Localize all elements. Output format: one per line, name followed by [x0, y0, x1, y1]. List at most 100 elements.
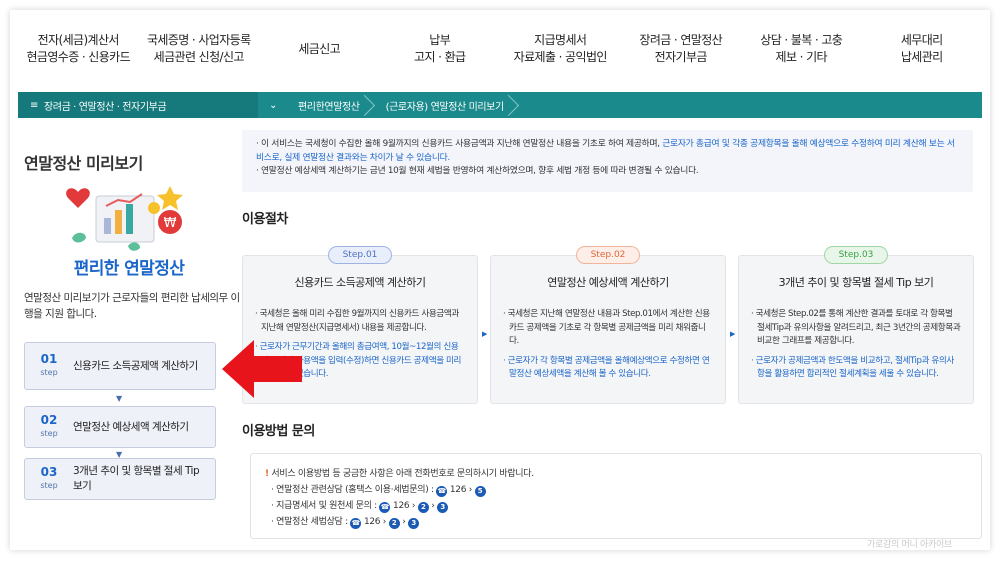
separator: › [402, 517, 406, 527]
nav-payment[interactable]: 납부 고지 · 환급 [380, 32, 501, 66]
card-paragraph-text: 국세청은 올해 미리 수집한 9월까지의 신용카드 사용금액과 지난해 연말정산… [259, 309, 460, 333]
watermark: 가로감의 머니 아카이브 [867, 540, 952, 550]
procedure-card-2: 연말정산 예상세액 계산하기 · 국세청은 지난해 연말정산 내용과 Step.… [490, 255, 726, 404]
menu-icon: ≡ [30, 99, 38, 111]
inquiry-title: 이용방법 문의 [242, 424, 315, 439]
step-label-small: step [40, 368, 58, 377]
step-label: 연말정산 예상세액 계산하기 [73, 420, 189, 433]
card-paragraph: · 국세청은 올해 미리 수집한 9월까지의 신용카드 사용금액과 지난해 연말… [255, 309, 460, 333]
step-label-small: step [40, 481, 58, 490]
breadcrumb-root: 장려금 · 연말정산 · 전자기부금 [43, 101, 167, 113]
step-number-value: 03 [40, 465, 58, 479]
step-01-button[interactable]: 01 step 신용카드 소득공제액 계산하기 [24, 342, 216, 390]
left-description: 연말정산 미리보기가 근로자들의 편리한 납세의무 이행을 지원 합니다. [24, 292, 240, 320]
calculator-illustration-icon: ₩ [66, 186, 183, 251]
step-03-button[interactable]: 03 step 3개년 추이 및 항목별 절세 Tip 보기 [24, 458, 216, 500]
inquiry-label: 연말정산 관련상담 (홈택스 이용·세법문의) : [276, 485, 437, 495]
step-down-arrow-icon: ▼ [116, 394, 123, 403]
breadcrumb-root-menu[interactable]: ≡ 장려금 · 연말정산 · 전자기부금 [18, 92, 258, 118]
card-body: · 국세청은 지난해 연말정산 내용과 Step.01에서 계산한 신용카드 공… [503, 308, 713, 382]
card-paragraph: · 국세청은 지난해 연말정산 내용과 Step.01에서 계산한 신용카드 공… [503, 309, 710, 346]
inquiry-label: 연말정산 세법상담 : [276, 517, 351, 527]
step-number: 01 step [25, 353, 73, 379]
separator: › [411, 501, 416, 511]
nav-label: 세금관련 신청/신고 [153, 50, 245, 64]
inquiry-intro-text: 서비스 이용방법 등 궁금한 사항은 아래 전화번호로 문의하시기 바랍니다. [271, 469, 534, 479]
nav-agent[interactable]: 세무대리납세관리 [862, 32, 983, 66]
nav-label: 장려금 · 연말정산 [639, 33, 723, 47]
nav-tax-filing[interactable]: 세금신고 [259, 41, 380, 58]
phone-icon: ☎ [350, 518, 362, 529]
notice-text: 연말정산 예상세액 계산하기는 금년 10월 현재 세법을 반영하여 계산하였으… [261, 166, 699, 176]
card-title: 연말정산 예상세액 계산하기 [547, 276, 669, 289]
nav-label: 제보 · 기타 [775, 50, 828, 64]
nav-certificate[interactable]: 국세증명 · 사업자등록세금관련 신청/신고 [139, 32, 260, 66]
step-number: 03 step [25, 466, 73, 492]
menu-number-badge: 5 [474, 486, 486, 497]
page-frame: 전자(세금)계산서현금영수증 · 신용카드 국세증명 · 사업자등록세금관련 신… [10, 10, 990, 550]
top-navigation: 전자(세금)계산서현금영수증 · 신용카드 국세증명 · 사업자등록세금관련 신… [10, 10, 990, 88]
step-label: 신용카드 소득공제액 계산하기 [73, 359, 198, 372]
procedure-card-3: 3개년 추이 및 항목별 절세 Tip 보기 · 국세청은 Step.02를 통… [738, 255, 974, 404]
menu-number-badge: 2 [417, 502, 429, 513]
nav-label: 현금영수증 · 신용카드 [26, 50, 131, 64]
step-02-button[interactable]: 02 step 연말정산 예상세액 계산하기 [24, 406, 216, 448]
nav-payment-statement[interactable]: 지급명세서 자료제출 · 공익법인 [500, 32, 621, 66]
breadcrumb-level3[interactable]: (근로자용) 연말정산 미리보기 [376, 92, 520, 118]
nav-label: 자료제출 · 공익법인 [513, 50, 608, 64]
separator: › [431, 501, 435, 511]
step-02-badge: Step.02 [576, 246, 640, 264]
step-03-badge: Step.03 [824, 246, 888, 264]
inquiry-label: 지급명세서 및 원천세 문의 : [276, 501, 380, 511]
nav-year-end[interactable]: 장려금 · 연말정산전자기부금 [621, 32, 742, 66]
step-number-value: 02 [40, 413, 58, 427]
inquiry-intro: ! 서비스 이용방법 등 궁금한 사항은 아래 전화번호로 문의하시기 바랍니다… [265, 466, 967, 482]
inquiry-row: · 연말정산 세법상담 : ☎ 126 › 2 › 3 [265, 514, 967, 530]
breadcrumb: ≡ 장려금 · 연말정산 · 전자기부금 ⌄ 편리한연말정산 (근로자용) 연말… [18, 92, 982, 118]
card-paragraph-highlight: · 근로자가 각 항목별 공제금액을 올해예상액으로 수정하면 연말정산 예상세… [503, 355, 710, 380]
notice-text: 이 서비스는 국세청이 수집한 올해 9월까지의 신용카드 사용금액과 지난해 … [261, 139, 663, 149]
breadcrumb-level2[interactable]: 편리한연말정산 [288, 92, 376, 118]
procedure-title: 이용절차 [242, 212, 288, 227]
phone-number: 126 [449, 485, 467, 495]
phone-number: 126 [363, 517, 381, 527]
phone-icon: ☎ [379, 502, 391, 513]
step-01-badge: Step.01 [328, 246, 392, 264]
nav-label: 납세관리 [900, 50, 943, 64]
step-label: 3개년 추이 및 항목별 절세 Tip 보기 [73, 465, 200, 492]
step-number: 02 step [25, 414, 73, 440]
step-label-small: step [40, 429, 58, 438]
inquiry-row: · 연말정산 관련상담 (홈택스 이용·세법문의) : ☎ 126 › 5 [265, 482, 967, 498]
card-paragraph-text: 국세청은 Step.02를 통해 계산한 결과를 토대로 각 항목별 절세Tip… [755, 309, 961, 346]
card-paragraph-text: 근로자가 공제금액과 한도액을 비교하고, 절세Tip과 유의사항을 활용하면 … [755, 355, 955, 380]
card-paragraph-highlight: · 근로자가 공제금액과 한도액을 비교하고, 절세Tip과 유의사항을 활용하… [751, 355, 955, 380]
card-paragraph-text: 국세청은 지난해 연말정산 내용과 Step.01에서 계산한 신용카드 공제액… [507, 309, 710, 346]
nav-label: 상담 · 불복 · 고충 [760, 33, 843, 47]
nav-label: 고지 · 환급 [414, 50, 466, 64]
play-arrow-icon: ▶ [482, 330, 488, 338]
chevron-down-icon[interactable]: ⌄ [258, 100, 288, 111]
nav-label: 국세증명 · 사업자등록 [146, 33, 251, 47]
notice-line-2: · 연말정산 예상세액 계산하기는 금년 10월 현재 세법을 반영하여 계산하… [256, 166, 699, 176]
nav-consult[interactable]: 상담 · 불복 · 고충제보 · 기타 [741, 32, 862, 66]
nav-label: 전자(세금)계산서 [37, 33, 120, 47]
inquiry-box: ! 서비스 이용방법 등 궁금한 사항은 아래 전화번호로 문의하시기 바랍니다… [250, 453, 982, 539]
nav-e-invoice[interactable]: 전자(세금)계산서현금영수증 · 신용카드 [18, 32, 139, 66]
nav-label: 전자기부금 [654, 50, 708, 64]
play-arrow-icon: ▶ [730, 330, 736, 338]
card-title: 신용카드 소득공제액 계산하기 [294, 276, 426, 289]
phone-icon: ☎ [436, 486, 448, 497]
card-body: · 국세청은 Step.02를 통해 계산한 결과를 토대로 각 항목별 절세T… [751, 308, 961, 382]
menu-number-badge: 3 [437, 502, 449, 513]
card-paragraph: · 국세청은 Step.02를 통해 계산한 결과를 토대로 각 항목별 절세T… [751, 309, 961, 346]
card-title: 3개년 추이 및 항목별 절세 Tip 보기 [778, 276, 934, 289]
menu-number-badge: 2 [388, 518, 400, 529]
step-number-value: 01 [40, 352, 58, 366]
page-title: 연말정산 미리보기 [24, 154, 143, 173]
card-paragraph-text: 근로자가 각 항목별 공제금액을 올해예상액으로 수정하면 연말정산 예상세액을… [507, 355, 710, 380]
separator: › [382, 517, 387, 527]
svg-text:₩: ₩ [164, 216, 177, 231]
nav-label: 세금신고 [298, 41, 341, 56]
nav-label: 세무대리 [900, 33, 943, 47]
phone-number: 126 [393, 501, 410, 511]
